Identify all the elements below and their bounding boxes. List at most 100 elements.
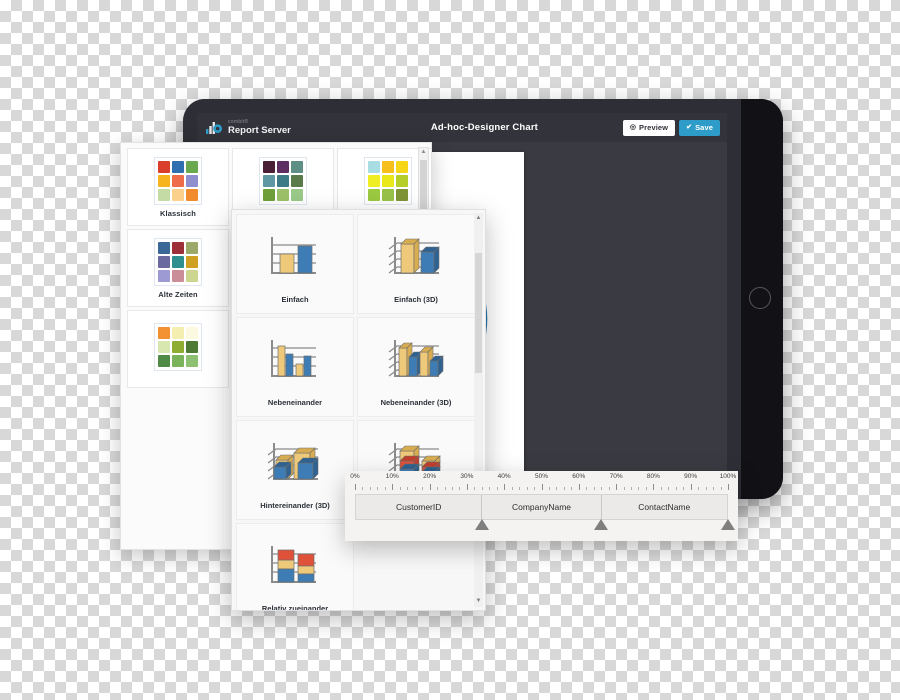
ruler-minor-tick [384,487,386,490]
palette-item[interactable]: Klassisch [127,148,229,226]
swatch-color [172,355,184,367]
ruler-major-tick [504,484,506,490]
ruler-column[interactable]: CompanyName [482,495,602,519]
page-title: Ad-hoc-Designer Chart [430,122,538,133]
swatch-color [368,160,380,173]
brand-subtitle: combit® [228,118,249,125]
check-icon: ✔ [686,124,693,131]
ruler-minor-tick [362,487,364,490]
chart-type-label: Einfach (3D) [394,295,438,304]
chart-type-label: Nebeneinander (3D) [380,398,452,407]
save-button[interactable]: ✔ Save [679,119,720,136]
ruler-minor-tick [377,487,379,490]
tablet-right-bezel [741,99,783,499]
ruler-minor-tick [526,487,528,490]
chart-type-item[interactable]: Hintereinander (3D) [236,420,354,520]
swatch-color [263,174,275,187]
swatch-color [186,355,198,367]
chart-type-item[interactable]: Einfach (3D) [357,214,475,314]
chart-type-panel: Einfach Einfach (3D) Nebeneinander Nebenein… [231,209,486,611]
home-button[interactable] [749,287,771,309]
bar-chart-simple-icon [237,215,353,295]
scroll-down-icon[interactable]: ▼ [474,597,483,606]
ruler-column[interactable]: ContactName [602,495,727,519]
swatch-color [172,269,184,282]
swatch-color [172,255,184,268]
ruler-minor-tick [444,487,446,490]
ruler-minor-tick [668,487,670,490]
ruler-minor-tick [407,487,409,490]
bar-chart-clustered-3d-icon [358,318,474,398]
palette-swatch [364,156,412,205]
preview-button[interactable]: ◎ Preview [622,119,676,136]
scroll-up-icon[interactable]: ▲ [420,149,427,156]
ruler-major-tick [355,484,356,490]
ruler-tick-label: 60% [572,473,586,480]
ruler-column[interactable]: CustomerID [356,495,483,519]
ruler-minor-tick [422,487,424,490]
ruler-major-tick [653,484,655,490]
ruler-major-tick [690,484,692,490]
swatch-color [158,241,170,254]
ruler-ticks: 0% 10% 20% 30% 40% 50% 60% 70% 80% 90% 100% [345,471,738,493]
swatch-color [186,174,198,187]
scrollbar-thumb[interactable] [475,253,482,373]
ruler-handle[interactable] [474,519,489,530]
swatch-color [263,188,275,201]
chart-type-label: Einfach [281,295,309,304]
header-actions: ◎ Preview ✔ Save [622,119,727,136]
ruler-minor-tick [713,487,715,490]
palette-item[interactable] [127,310,229,388]
scroll-up-icon[interactable]: ▲ [474,214,483,223]
swatch-color [291,160,303,173]
ruler-minor-tick [683,487,685,490]
bar-chart-behind-3d-icon [237,421,353,501]
chart-type-item[interactable]: Nebeneinander (3D) [357,317,475,417]
palette-swatch [154,237,202,286]
ruler-tick-label: 0% [350,473,360,480]
chart-type-item[interactable]: Einfach [236,214,354,314]
chart-type-item[interactable]: Nebeneinander [236,317,354,417]
bar-chart-simple-3d-icon [358,215,474,295]
ruler-columns: CustomerID CompanyName ContactName [355,494,728,520]
swatch-color [277,188,289,201]
ruler-handle[interactable] [594,519,609,530]
palette-name: Alte Zeiten [158,289,198,299]
swatch-color [158,160,170,173]
swatch-color [396,188,408,201]
swatch-color [186,255,198,268]
brand-text: combit® Report Server [228,118,291,136]
ruler-minor-tick [369,487,371,490]
swatch-color [396,174,408,187]
ruler-major-tick [616,484,618,490]
bar-chart-relative-icon [237,524,353,604]
swatch-color [172,174,184,187]
swatch-color [172,160,184,173]
ruler-minor-tick [631,487,633,490]
ruler-minor-tick [571,487,573,490]
ruler-minor-tick [705,487,707,490]
ruler-minor-tick [586,487,588,490]
palette-item[interactable]: Alte Zeiten [127,229,229,307]
chart-type-scrollbar[interactable]: ▲ ▼ [474,213,483,607]
save-button-label: Save [695,123,713,132]
ruler-major-tick [466,484,468,490]
ruler-minor-tick [548,487,550,490]
chart-type-item[interactable]: Relativ zueinander [236,523,354,611]
swatch-color [368,174,380,187]
ruler-minor-tick [608,487,610,490]
chart-type-label: Relativ zueinander [261,604,329,611]
ruler-minor-tick [556,487,558,490]
palette-name: Klassisch [160,208,196,218]
column-width-ruler-panel: 0% 10% 20% 30% 40% 50% 60% 70% 80% 90% 100% Custom… [345,471,738,541]
swatch-color [291,188,303,201]
ruler-tick-label: 100% [719,473,737,480]
swatch-color [368,188,380,201]
ruler-handle[interactable] [721,519,735,530]
swatch-color [186,341,198,353]
ruler-minor-tick [459,487,461,490]
ruler-minor-tick [593,487,595,490]
ruler-major-tick [429,484,431,490]
swatch-color [186,188,198,201]
ruler-minor-tick [481,487,483,490]
